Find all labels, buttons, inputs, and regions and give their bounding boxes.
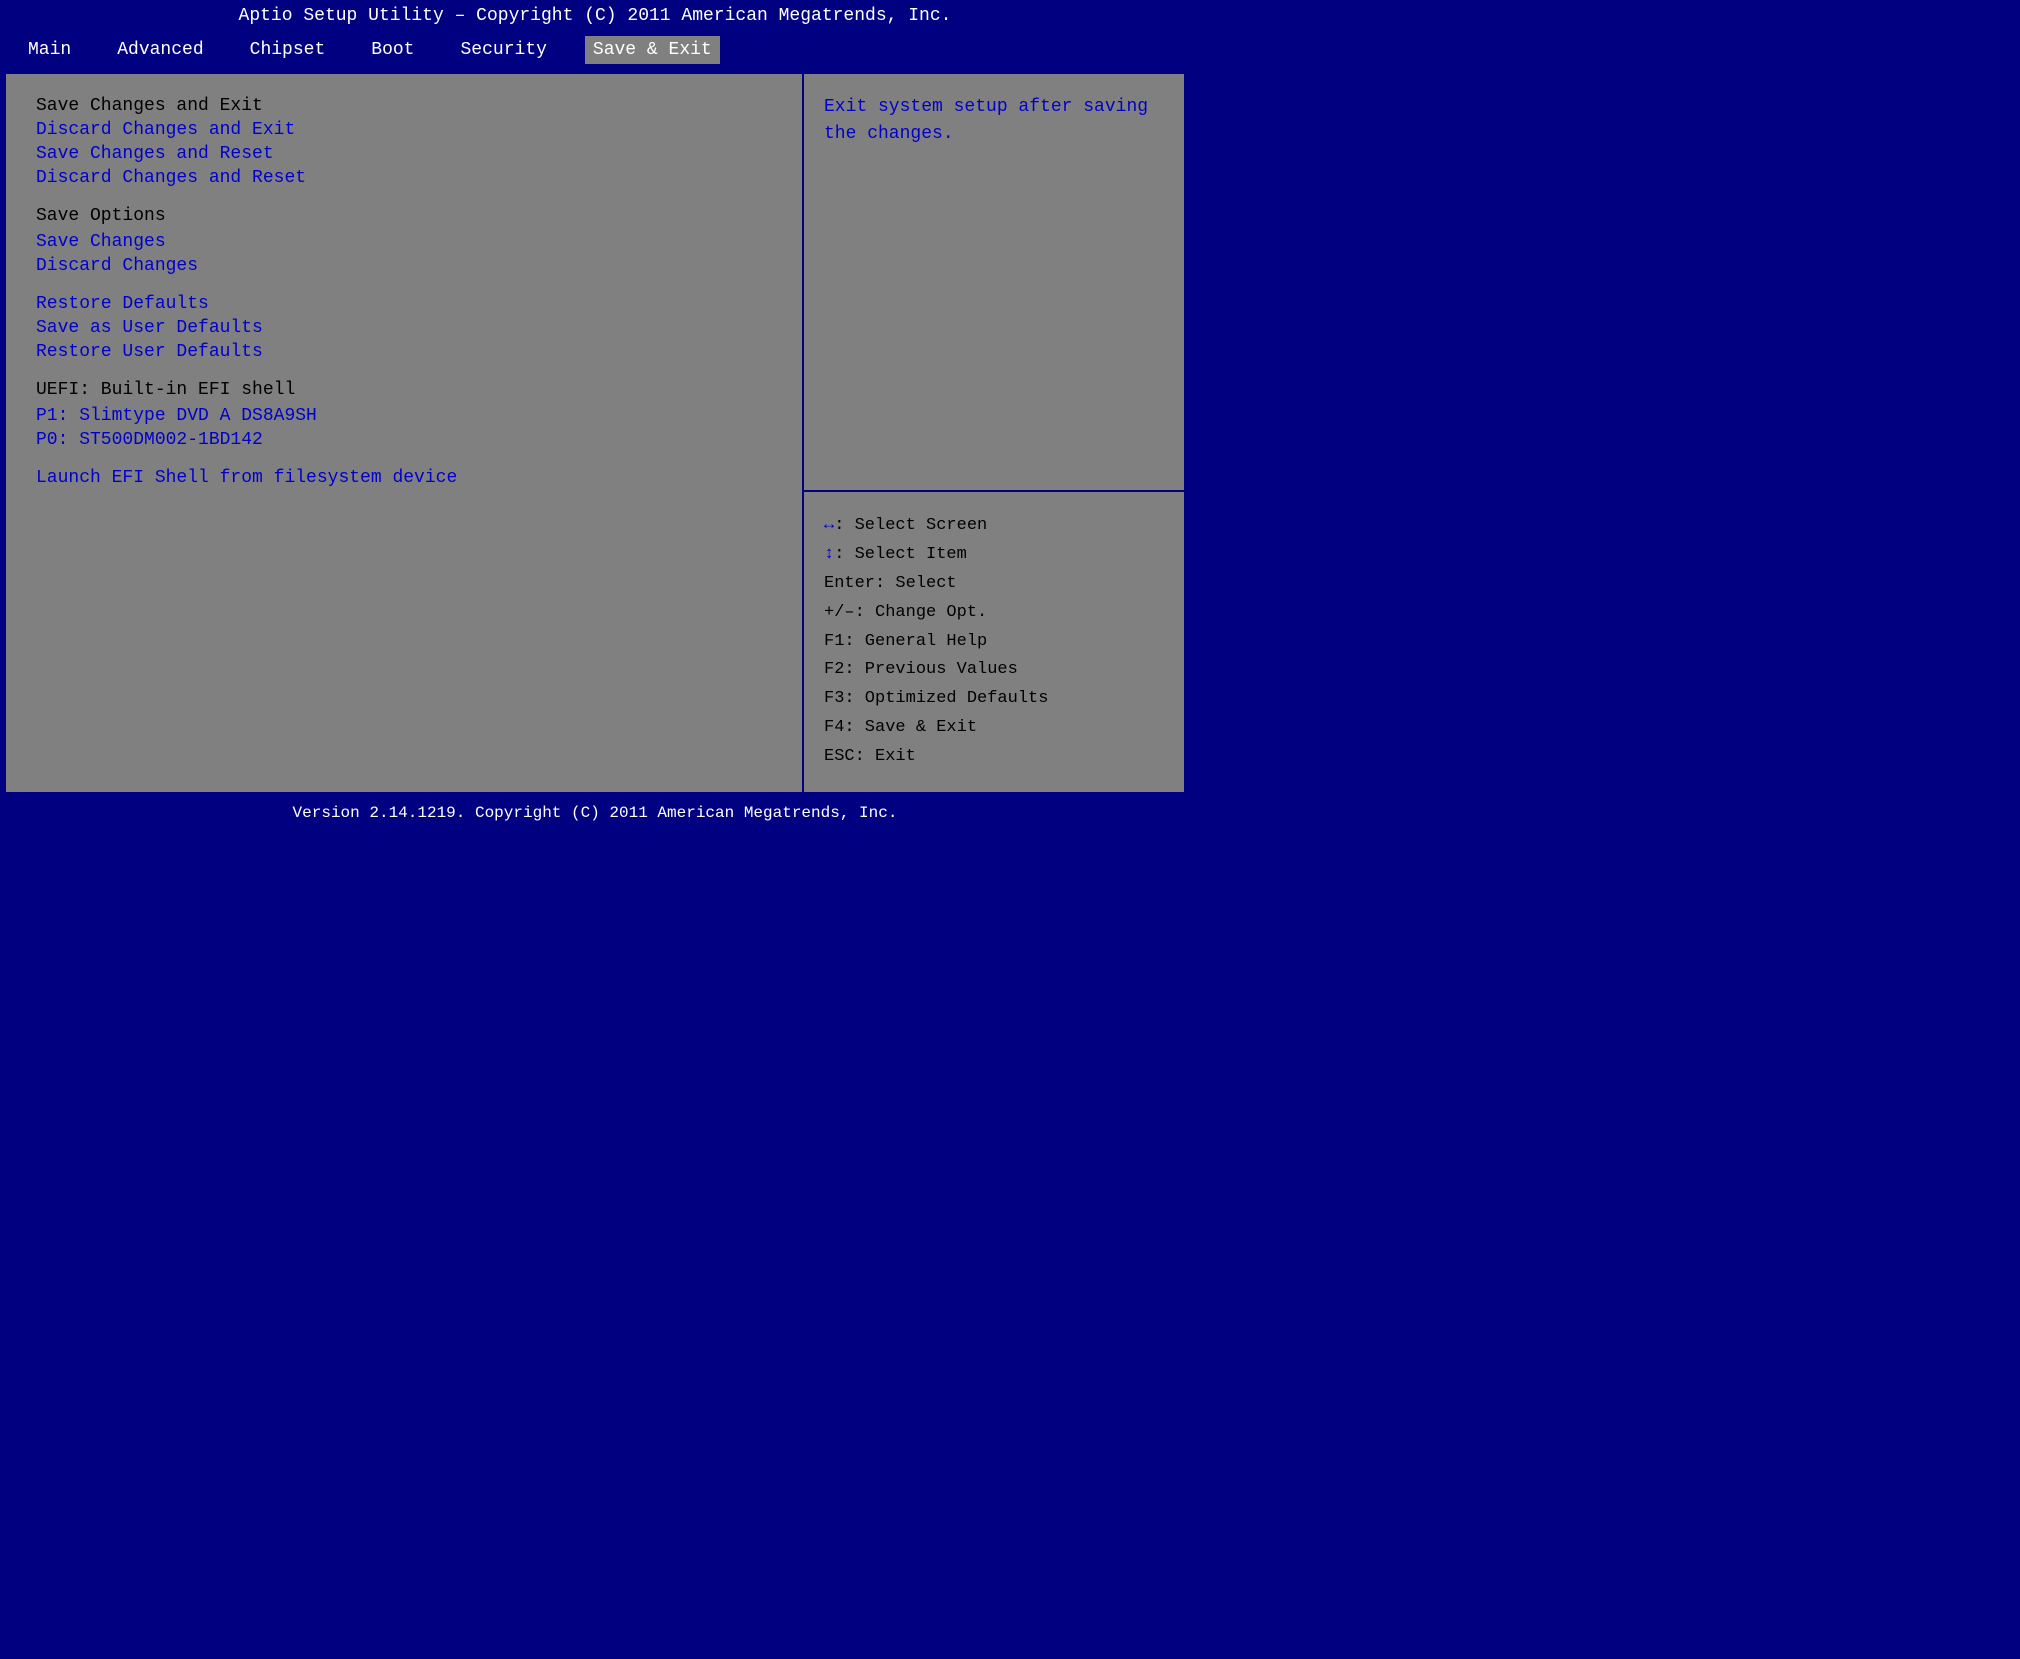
- key-legend-item-8: ESC: Exit: [824, 743, 1164, 772]
- title-text: Aptio Setup Utility – Copyright (C) 2011…: [239, 6, 952, 26]
- footer-bar: Version 2.14.1219. Copyright (C) 2011 Am…: [0, 798, 1190, 828]
- key-legend-item-1: ↕: Select Item: [824, 541, 1164, 570]
- menu-item-0-2[interactable]: Save Changes and Reset: [36, 142, 772, 166]
- key-legend-item-7: F4: Save & Exit: [824, 714, 1164, 743]
- menu-item-3-0[interactable]: P1: Slimtype DVD A DS8A9SH: [36, 404, 772, 428]
- key-legend-item-5: F2: Previous Values: [824, 656, 1164, 685]
- menu-section-1: Save OptionsSave ChangesDiscard Changes: [36, 204, 772, 278]
- help-description: Exit system setup after saving the chang…: [804, 74, 1184, 492]
- nav-item-advanced[interactable]: Advanced: [109, 36, 211, 64]
- title-bar: Aptio Setup Utility – Copyright (C) 2011…: [0, 0, 1190, 32]
- left-panel: Save Changes and ExitDiscard Changes and…: [6, 74, 804, 792]
- key-legend-item-6: F3: Optimized Defaults: [824, 685, 1164, 714]
- key-legend: ↔: Select Screen↕: Select ItemEnter: Sel…: [804, 492, 1184, 792]
- nav-bar: Main Advanced Chipset Boot Security Save & Ex…: [0, 32, 1190, 68]
- menu-item-0-0[interactable]: Save Changes and Exit: [36, 94, 772, 118]
- menu-section-4: Launch EFI Shell from filesystem device: [36, 466, 772, 490]
- menu-section-3: UEFI: Built-in EFI shellP1: Slimtype DVD…: [36, 378, 772, 452]
- nav-item-chipset[interactable]: Chipset: [242, 36, 334, 64]
- help-text: Exit system setup after saving the chang…: [824, 97, 1148, 144]
- content-area: Save Changes and ExitDiscard Changes and…: [4, 72, 1186, 794]
- menu-item-3-1[interactable]: P0: ST500DM002-1BD142: [36, 428, 772, 452]
- nav-item-save---exit[interactable]: Save & Exit: [585, 36, 720, 64]
- section-header-3: UEFI: Built-in EFI shell: [36, 378, 772, 402]
- key-legend-item-4: F1: General Help: [824, 628, 1164, 657]
- footer-text: Version 2.14.1219. Copyright (C) 2011 Am…: [293, 804, 898, 822]
- menu-item-2-0[interactable]: Restore Defaults: [36, 292, 772, 316]
- menu-item-1-0[interactable]: Save Changes: [36, 230, 772, 254]
- key-legend-item-3: +/–: Change Opt.: [824, 599, 1164, 628]
- right-panel: Exit system setup after saving the chang…: [804, 74, 1184, 792]
- menu-item-4-0[interactable]: Launch EFI Shell from filesystem device: [36, 466, 772, 490]
- menu-item-0-1[interactable]: Discard Changes and Exit: [36, 118, 772, 142]
- section-header-1: Save Options: [36, 204, 772, 228]
- menu-section-2: Restore DefaultsSave as User DefaultsRes…: [36, 292, 772, 364]
- menu-section-0: Save Changes and ExitDiscard Changes and…: [36, 94, 772, 190]
- nav-item-boot[interactable]: Boot: [363, 36, 422, 64]
- menu-item-2-1[interactable]: Save as User Defaults: [36, 316, 772, 340]
- menu-item-2-2[interactable]: Restore User Defaults: [36, 340, 772, 364]
- menu-item-1-1[interactable]: Discard Changes: [36, 254, 772, 278]
- key-legend-item-2: Enter: Select: [824, 570, 1164, 599]
- key-legend-item-0: ↔: Select Screen: [824, 512, 1164, 541]
- menu-item-0-3[interactable]: Discard Changes and Reset: [36, 166, 772, 190]
- nav-item-main[interactable]: Main: [20, 36, 79, 64]
- nav-item-security[interactable]: Security: [452, 36, 554, 64]
